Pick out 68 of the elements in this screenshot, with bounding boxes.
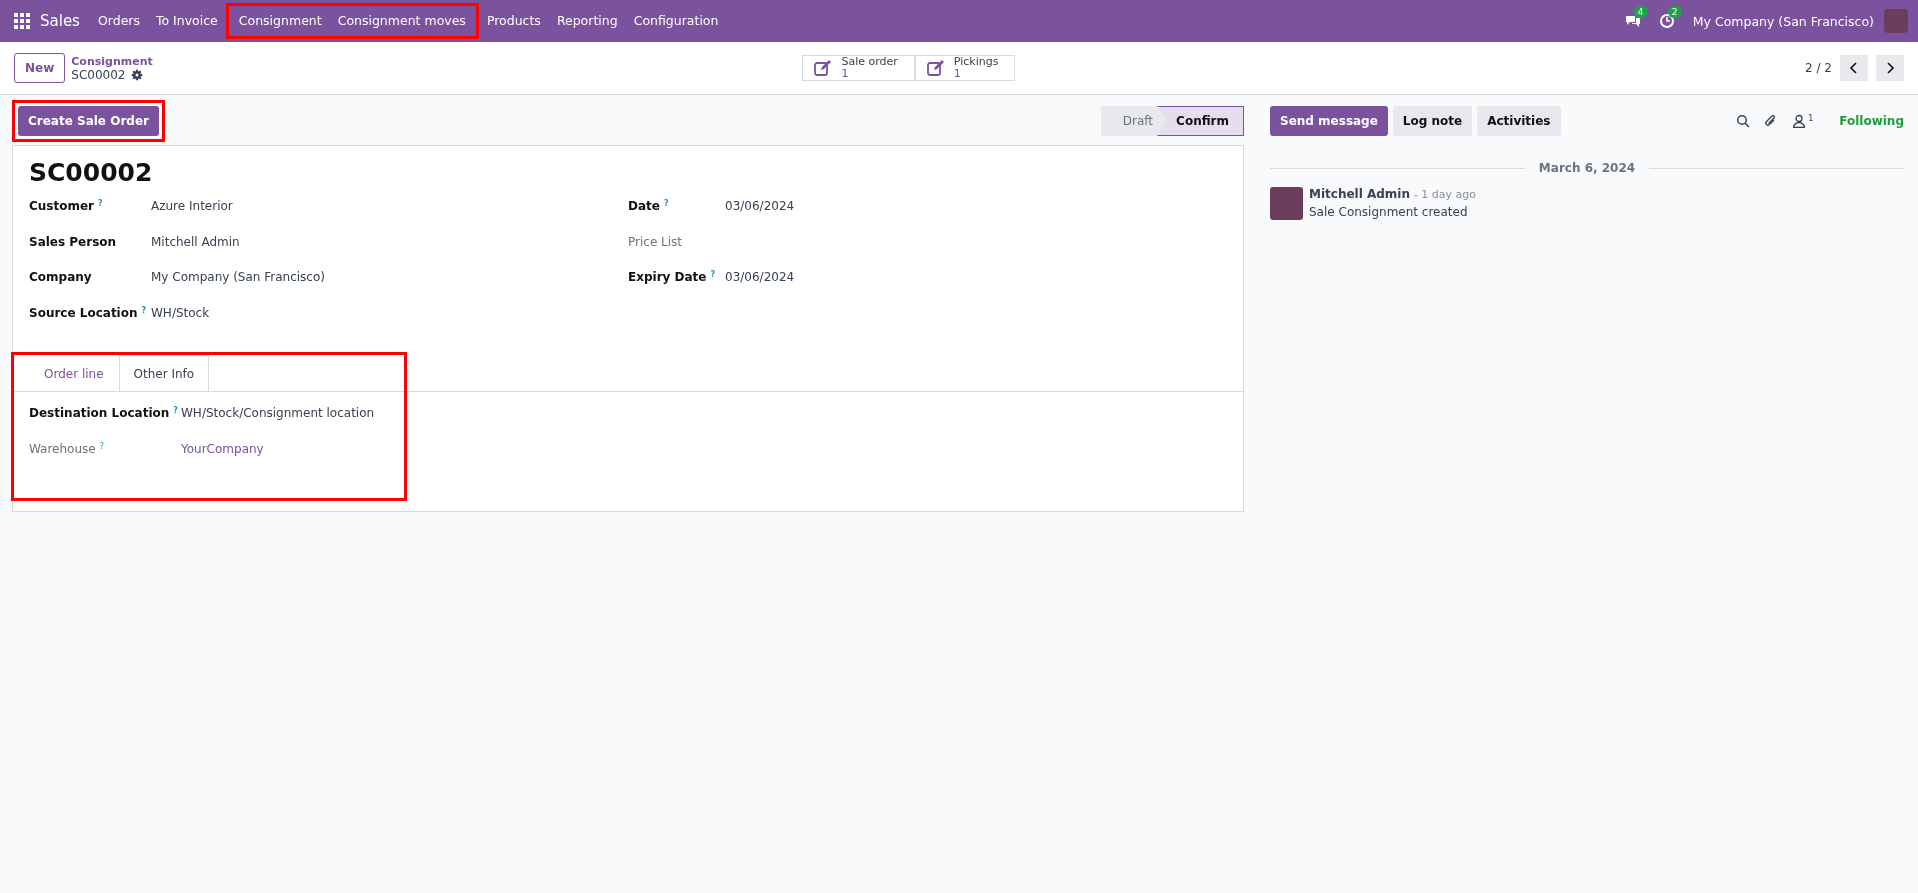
count-badge: 2 [1667, 6, 1682, 18]
menu-item[interactable]: Consignment [230, 6, 330, 36]
field-label: Expiry Date [628, 270, 707, 284]
menu-item[interactable]: To Invoice [148, 0, 226, 42]
chevron-left-icon [1848, 62, 1860, 74]
count-badge: 4 [1633, 6, 1648, 18]
help-mark[interactable]: ? [710, 270, 716, 279]
menu-item[interactable]: Reporting [548, 0, 626, 42]
field-label: Company [29, 270, 92, 284]
search-icon [1736, 114, 1751, 128]
chatter-button[interactable]: Log note [1392, 106, 1473, 136]
field-label: Price List [628, 234, 683, 249]
chevron-right-icon [1884, 62, 1896, 74]
gear-icon [131, 68, 144, 81]
following-button[interactable]: Following [1839, 114, 1904, 128]
person-icon [1792, 114, 1807, 128]
field-label: Date [628, 199, 660, 213]
chatter-button[interactable]: Send message [1270, 106, 1388, 136]
field-value: Mitchell Admin [151, 234, 240, 249]
field-label: Sales Person [29, 234, 117, 249]
record-name: SC00002 [71, 67, 126, 82]
breadcrumb-link[interactable]: Consignment [71, 54, 153, 68]
help-mark[interactable]: ? [99, 441, 104, 451]
company-switcher[interactable]: My Company (San Francisco) [1692, 13, 1874, 29]
field-value: WH/Stock [151, 305, 210, 320]
help-mark[interactable]: ? [173, 406, 178, 415]
record-title: SC00002 [29, 158, 154, 187]
menu-item[interactable]: Consignment moves [329, 6, 474, 36]
next-button[interactable] [1876, 55, 1904, 81]
field-label: Warehouse [29, 441, 96, 456]
smart-button[interactable]: Pickings 1 [914, 55, 1016, 81]
message-body: Sale Consignment created [1309, 205, 1469, 219]
tab[interactable]: Order line [29, 355, 119, 391]
menu-item[interactable]: Configuration [625, 0, 727, 42]
field-value: 03/06/2024 [725, 270, 795, 284]
edit-icon [813, 58, 834, 78]
smart-button[interactable]: Sale order 1 [802, 55, 915, 81]
status-step[interactable]: Confirm [1157, 106, 1244, 136]
menu-item[interactable]: Orders [89, 0, 148, 42]
field-value: 03/06/2024 [725, 199, 795, 213]
message-author: Mitchell Admin [1309, 187, 1411, 201]
new-button[interactable]: New [14, 53, 66, 83]
create-sale-order-button[interactable]: Create Sale Order [18, 106, 159, 136]
message-time: - 1 day ago [1413, 188, 1476, 201]
tab[interactable]: Other Info [118, 355, 210, 391]
field-value: Azure Interior [151, 199, 233, 213]
help-mark[interactable]: ? [98, 199, 103, 208]
author-avatar [1270, 187, 1303, 220]
help-mark[interactable]: ? [141, 305, 147, 315]
apps-grid-icon [14, 13, 30, 29]
app-name[interactable]: Sales [40, 12, 80, 30]
field-label: Source Location [29, 305, 138, 320]
edit-icon [925, 58, 946, 78]
clock-icon [1658, 13, 1675, 29]
previous-button[interactable] [1840, 55, 1868, 81]
field-link[interactable]: YourCompany [181, 441, 264, 456]
status-step[interactable]: Draft [1100, 106, 1168, 136]
date-separator: March 6, 2024 [1538, 161, 1636, 175]
pager-value: 2 / 2 [1805, 61, 1832, 75]
help-mark[interactable]: ? [663, 199, 669, 208]
field-label: Destination Location [29, 406, 170, 420]
field-value: WH/Stock/Consignment location [181, 406, 375, 420]
field-value: My Company (San Francisco) [151, 270, 325, 284]
follower-count: 1 [1808, 114, 1814, 123]
field-label: Customer [29, 199, 95, 213]
chatter-button[interactable]: Activities [1477, 106, 1561, 136]
menu-item[interactable]: Products [478, 0, 549, 42]
chat-bubbles-icon [1624, 13, 1641, 29]
